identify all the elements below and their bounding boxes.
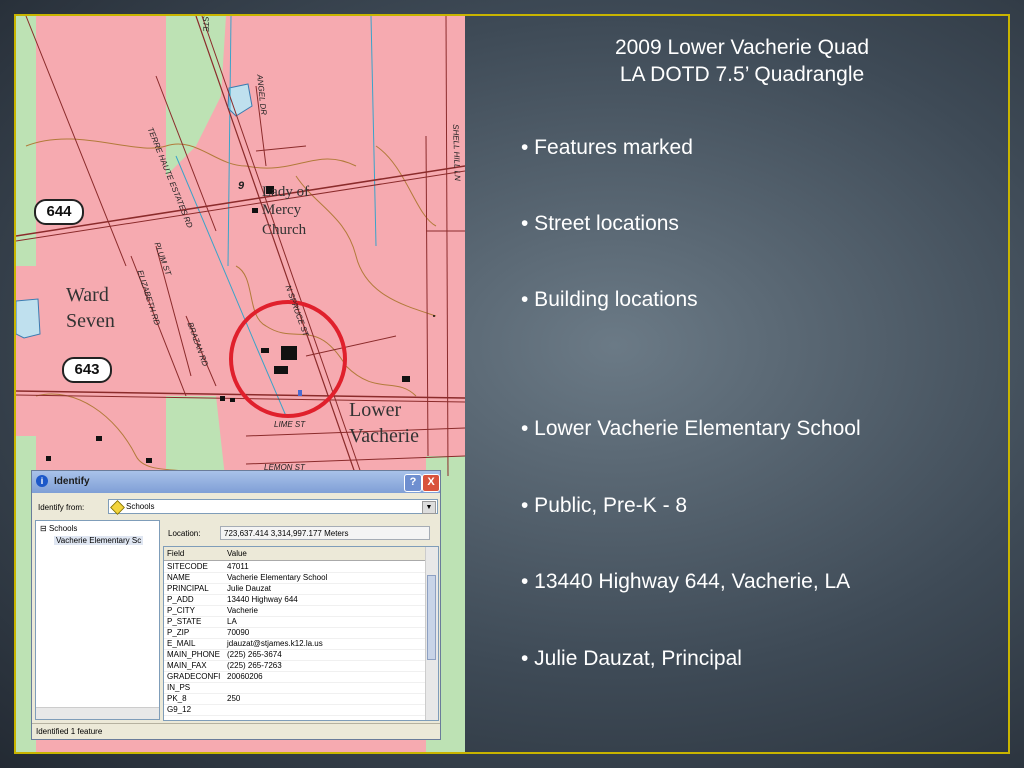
slide-title-line2: LA DOTD 7.5’ Quadrangle <box>619 63 865 86</box>
location-label: Location: <box>168 529 201 538</box>
field-value: 70090 <box>227 628 250 637</box>
field-name: P_ADD <box>167 595 194 604</box>
col-header-value[interactable]: Value <box>227 549 247 558</box>
bullet-school-type: • Public, Pre-K - 8 <box>521 494 688 517</box>
grid-vertical-scrollbar[interactable] <box>425 547 438 720</box>
status-text: Identified 1 feature <box>36 727 103 736</box>
street-lime-st: LIME ST <box>274 420 306 429</box>
section-number: 9 <box>238 180 245 192</box>
bullet-address: • 13440 Highway 644, Vacherie, LA <box>521 570 851 593</box>
tree-node-school[interactable]: Vacherie Elementary Sc <box>54 536 144 545</box>
bullet-school-name: • Lower Vacherie Elementary School <box>521 417 861 440</box>
collapse-icon[interactable]: ⊟ <box>40 524 49 533</box>
layer-icon <box>110 500 125 515</box>
field-name: G9_12 <box>167 705 192 714</box>
field-value: 250 <box>227 694 241 703</box>
slide-title: 2009 Lower Vacherie Quad LA DOTD 7.5’ Qu… <box>466 34 1018 88</box>
field-value: jdauzat@stjames.k12.la.us <box>227 639 323 648</box>
street-shell-hill: SHELL HILL LN <box>451 124 462 181</box>
tree-horizontal-scrollbar[interactable] <box>36 707 159 719</box>
field-name: P_CITY <box>167 606 196 615</box>
field-name: MAIN_PHONE <box>167 650 220 659</box>
help-button[interactable]: ? <box>404 474 422 492</box>
field-value: 13440 Highway 644 <box>227 595 298 604</box>
identify-from-select[interactable]: Schools ▼ <box>108 499 438 515</box>
highway-shield-644: 644 <box>34 199 84 225</box>
field-value: 20060206 <box>227 672 263 681</box>
field-name: IN_PS <box>167 683 191 692</box>
table-row[interactable]: G9_12 <box>164 704 426 716</box>
col-header-field[interactable]: Field <box>167 549 184 558</box>
field-name: NAME <box>167 573 191 582</box>
field-value: LA <box>227 617 237 626</box>
field-value: Julie Dauzat <box>227 584 272 593</box>
field-value: Vacherie <box>227 606 258 615</box>
slide-text-panel: 2009 Lower Vacherie Quad LA DOTD 7.5’ Qu… <box>466 16 1010 752</box>
field-name: E_MAIL <box>167 639 196 648</box>
bullet-buildings: • Building locations <box>521 288 698 311</box>
identify-window: i Identify ? X Identify from: Schools ▼ … <box>31 470 441 740</box>
place-label-seven: Seven <box>66 310 115 332</box>
place-label-lady-of: Lady of <box>262 184 310 200</box>
field-name: MAIN_FAX <box>167 661 207 670</box>
field-value: (225) 265-7263 <box>227 661 282 670</box>
field-name: P_STATE <box>167 617 202 626</box>
tree-node-schools[interactable]: ⊟ Schools <box>40 524 77 533</box>
field-name: SITECODE <box>167 562 208 571</box>
location-value: 723,637.414 3,314,997.177 Meters <box>220 526 430 540</box>
scrollbar-thumb[interactable] <box>427 575 436 660</box>
place-label-lower: Lower <box>349 399 402 421</box>
place-label-ward: Ward <box>66 284 109 306</box>
chevron-down-icon[interactable]: ▼ <box>422 501 436 514</box>
identify-from-label: Identify from: <box>38 503 85 512</box>
place-label-mercy: Mercy <box>262 202 302 218</box>
slide-title-line1: 2009 Lower Vacherie Quad <box>614 36 870 59</box>
highway-shield-643: 643 <box>62 357 112 383</box>
attribute-grid: Field Value SITECODE 47011 NAME Vacherie El… <box>163 546 439 721</box>
bullet-streets: • Street locations <box>521 212 679 235</box>
results-tree: ⊟ Schools Vacherie Elementary Sc <box>35 520 160 720</box>
tree-node-schools-label: Schools <box>48 524 78 533</box>
bullet-features: • Features marked <box>521 136 693 159</box>
place-label-vacherie: Vacherie <box>349 425 419 447</box>
place-label-church: Church <box>262 222 307 238</box>
grid-header: Field Value <box>164 547 426 561</box>
field-name: GRADECONFI <box>167 672 221 681</box>
info-icon: i <box>36 475 48 487</box>
identify-title: Identify <box>54 476 90 487</box>
identify-from-value: Schools <box>126 502 155 511</box>
status-bar: Identified 1 feature <box>32 723 440 740</box>
field-value: (225) 265-3674 <box>227 650 282 659</box>
close-button[interactable]: X <box>422 474 440 492</box>
field-value: Vacherie Elementary School <box>227 573 328 582</box>
bullet-principal: • Julie Dauzat, Principal <box>521 647 742 670</box>
street-ste: STE <box>201 16 211 32</box>
field-name: PK_8 <box>167 694 187 703</box>
field-name: PRINCIPAL <box>167 584 209 593</box>
field-name: P_ZIP <box>167 628 190 637</box>
field-value: 47011 <box>227 562 249 571</box>
identify-titlebar[interactable]: i Identify ? X <box>32 471 440 493</box>
